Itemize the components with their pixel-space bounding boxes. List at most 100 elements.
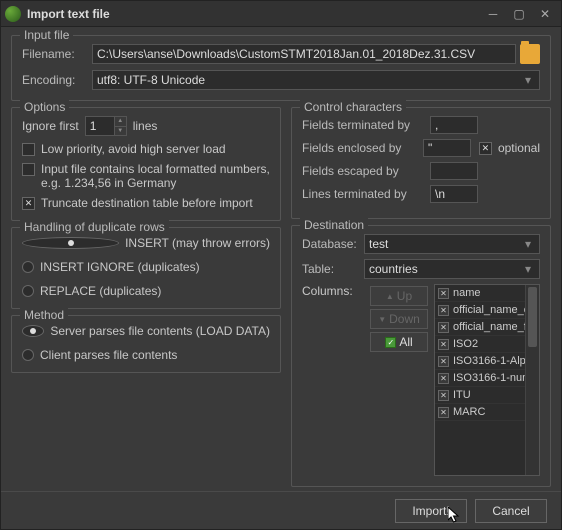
radio-icon [22, 325, 44, 337]
column-item[interactable]: ITU [435, 387, 539, 404]
radio-icon [22, 237, 119, 249]
column-item[interactable]: ISO3166-1-numeric [435, 370, 539, 387]
control-legend: Control characters [300, 100, 406, 114]
filename-input[interactable] [92, 44, 516, 64]
method-server-radio[interactable]: Server parses file contents (LOAD DATA) [22, 324, 270, 338]
method-group: Method Server parses file contents (LOAD… [11, 315, 281, 373]
ignore-first-label-a: Ignore first [22, 119, 79, 133]
scrollbar[interactable] [525, 285, 539, 475]
dup-insert-radio[interactable]: INSERT (may throw errors) [22, 236, 270, 250]
close-button[interactable]: ✕ [533, 5, 557, 23]
window-title: Import text file [27, 7, 479, 21]
checkbox-icon [438, 373, 449, 384]
fields-escaped-input[interactable] [430, 162, 478, 180]
checkbox-icon [438, 407, 449, 418]
chevron-down-icon: ▾ [521, 262, 535, 276]
checkbox-icon [438, 305, 449, 316]
filename-label: Filename: [22, 47, 92, 61]
columns-list[interactable]: name official_name_en official_name_fr ISO2… [434, 284, 540, 476]
control-chars-group: Control characters Fields terminated by … [291, 107, 551, 219]
title-bar: Import text file ─ ▢ ✕ [1, 1, 561, 27]
checkbox-icon [438, 356, 449, 367]
radio-icon [22, 285, 34, 297]
minimize-button[interactable]: ─ [481, 5, 505, 23]
database-select[interactable]: test ▾ [364, 234, 540, 254]
chevron-down-icon: ▾ [521, 237, 535, 251]
move-down-button[interactable]: ▼Down [370, 309, 428, 329]
cancel-button[interactable]: Cancel [475, 499, 547, 523]
input-file-legend: Input file [20, 28, 73, 42]
ignore-first-spinner[interactable]: ▲▼ [115, 116, 127, 136]
maximize-button[interactable]: ▢ [507, 5, 531, 23]
table-select[interactable]: countries ▾ [364, 259, 540, 279]
checkbox-icon [22, 143, 35, 156]
options-legend: Options [20, 100, 69, 114]
ignore-first-input[interactable] [85, 116, 115, 136]
radio-icon [22, 349, 34, 361]
method-client-radio[interactable]: Client parses file contents [22, 348, 270, 362]
column-item[interactable]: official_name_en [435, 302, 539, 319]
fields-enclosed-label: Fields enclosed by [302, 141, 423, 155]
column-item[interactable]: MARC [435, 404, 539, 421]
column-item[interactable]: official_name_fr [435, 319, 539, 336]
table-label: Table: [302, 262, 364, 276]
columns-label: Columns: [302, 284, 364, 476]
table-value: countries [369, 262, 418, 276]
column-name: MARC [453, 406, 536, 418]
footer: Import! Cancel [1, 491, 561, 529]
import-button[interactable]: Import! [395, 499, 467, 523]
lines-terminated-label: Lines terminated by [302, 187, 430, 201]
column-name: name [453, 287, 536, 299]
truncate-checkbox[interactable]: Truncate destination table before import [22, 196, 270, 210]
fields-terminated-input[interactable] [430, 116, 478, 134]
checkbox-icon [438, 322, 449, 333]
duplicate-legend: Handling of duplicate rows [20, 220, 169, 234]
select-all-button[interactable]: All [370, 332, 428, 352]
fields-terminated-label: Fields terminated by [302, 118, 430, 132]
column-name: ISO2 [453, 338, 536, 350]
method-legend: Method [20, 308, 68, 322]
column-item[interactable]: ISO2 [435, 336, 539, 353]
browse-folder-icon[interactable] [520, 44, 540, 64]
chevron-down-icon: ▾ [521, 73, 535, 87]
app-icon [5, 6, 21, 22]
check-icon [385, 337, 396, 348]
triangle-down-icon: ▼ [378, 315, 386, 324]
encoding-label: Encoding: [22, 73, 92, 87]
checkbox-icon [22, 197, 35, 210]
fields-enclosed-input[interactable] [423, 139, 471, 157]
radio-icon [22, 261, 34, 273]
input-file-group: Input file Filename: Encoding: utf8: UTF… [11, 35, 551, 101]
fields-escaped-label: Fields escaped by [302, 164, 430, 178]
import-dialog: Import text file ─ ▢ ✕ Input file Filena… [0, 0, 562, 530]
local-numbers-checkbox[interactable]: Input file contains local formatted numb… [22, 162, 270, 190]
column-name: ISO3166-1-Alpha-3 [453, 355, 536, 367]
move-up-button[interactable]: ▲Up [370, 286, 428, 306]
column-item[interactable]: name [435, 285, 539, 302]
column-name: official_name_en [453, 304, 536, 316]
dup-insert-ignore-radio[interactable]: INSERT IGNORE (duplicates) [22, 260, 270, 274]
duplicate-rows-group: Handling of duplicate rows INSERT (may t… [11, 227, 281, 309]
triangle-up-icon: ▲ [386, 292, 394, 301]
checkbox-icon [22, 163, 35, 176]
low-priority-checkbox[interactable]: Low priority, avoid high server load [22, 142, 270, 156]
encoding-select[interactable]: utf8: UTF-8 Unicode ▾ [92, 70, 540, 90]
checkbox-icon [438, 339, 449, 350]
column-name: ITU [453, 389, 536, 401]
column-name: official_name_fr [453, 321, 536, 333]
lines-terminated-input[interactable] [430, 185, 478, 203]
column-name: ISO3166-1-numeric [453, 372, 536, 384]
database-value: test [369, 237, 388, 251]
checkbox-icon [438, 390, 449, 401]
database-label: Database: [302, 237, 364, 251]
destination-legend: Destination [300, 218, 368, 232]
dup-replace-radio[interactable]: REPLACE (duplicates) [22, 284, 270, 298]
encoding-value: utf8: UTF-8 Unicode [97, 73, 205, 87]
column-item[interactable]: ISO3166-1-Alpha-3 [435, 353, 539, 370]
checkbox-icon [479, 142, 492, 155]
destination-group: Destination Database: test ▾ Table: coun… [291, 225, 551, 487]
ignore-first-label-b: lines [133, 119, 158, 133]
checkbox-icon [438, 288, 449, 299]
options-group: Options Ignore first ▲▼ lines Low priori… [11, 107, 281, 221]
optional-checkbox[interactable]: optional [475, 141, 540, 155]
